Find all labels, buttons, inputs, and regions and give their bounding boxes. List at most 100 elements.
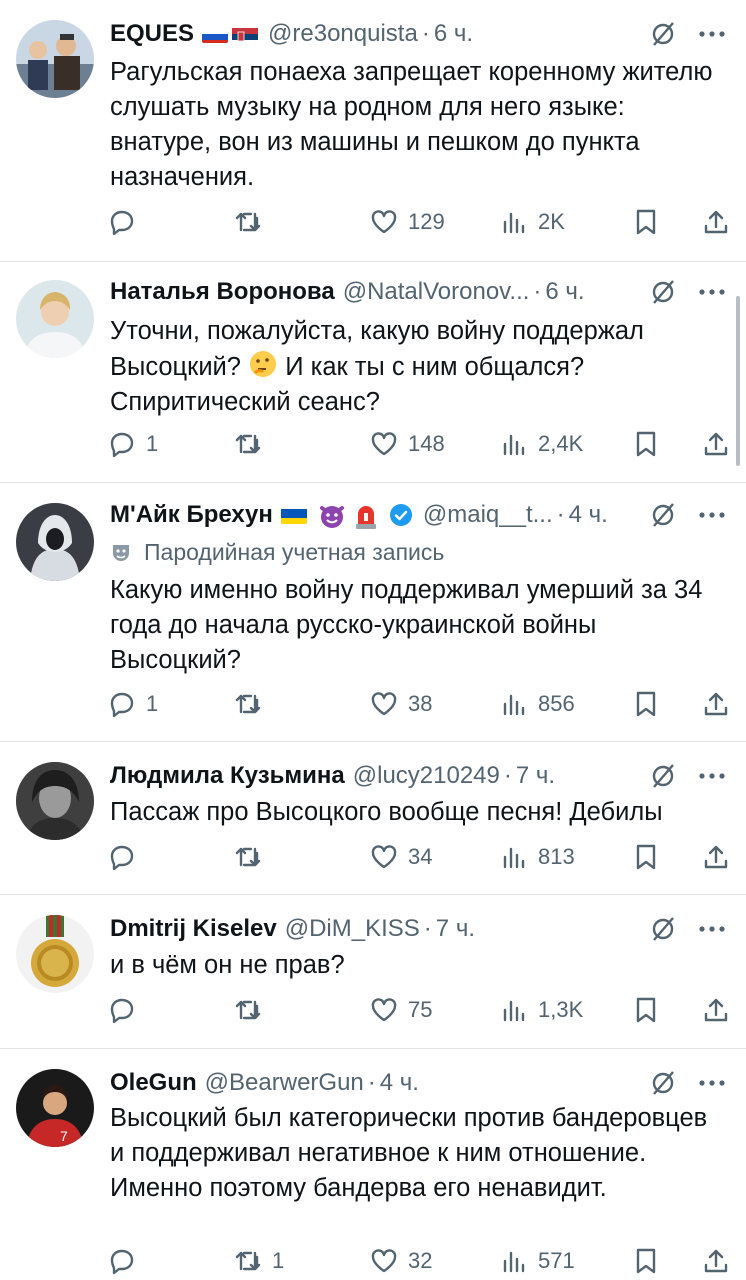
more-options-icon[interactable]: [698, 30, 726, 38]
verified-badge-icon: [389, 504, 412, 526]
repost-button[interactable]: [234, 426, 272, 462]
timestamp[interactable]: 7 ч.: [516, 762, 555, 790]
user-handle[interactable]: @re3onquista: [268, 20, 418, 48]
like-button[interactable]: 34: [370, 839, 432, 875]
timestamp[interactable]: 6 ч.: [545, 278, 584, 306]
reply-button[interactable]: [108, 204, 146, 240]
repost-button[interactable]: [234, 992, 272, 1028]
more-options-icon[interactable]: [698, 288, 726, 296]
grok-icon[interactable]: [650, 916, 676, 942]
tweet[interactable]: Наталья Воронова @NatalVoronov... · 6 ч.…: [0, 262, 746, 482]
bookmark-icon: [636, 997, 656, 1023]
user-handle[interactable]: @maiq__t...: [423, 501, 553, 529]
avatar[interactable]: [16, 20, 94, 98]
like-button[interactable]: 75: [370, 992, 432, 1028]
avatar[interactable]: 7: [16, 1069, 94, 1147]
bookmark-button[interactable]: [632, 426, 660, 462]
reply-icon: [110, 998, 134, 1024]
views-icon: [503, 847, 525, 869]
display-name[interactable]: М'Айк Брехун: [110, 501, 273, 529]
share-button[interactable]: [702, 426, 730, 462]
police-light-icon: [355, 506, 376, 529]
views-button[interactable]: 813: [500, 839, 575, 875]
display-name[interactable]: Наталья Воронова: [110, 278, 335, 306]
display-name[interactable]: Людмила Кузьмина: [110, 762, 345, 790]
like-button[interactable]: 129: [370, 204, 445, 240]
reply-button[interactable]: [108, 992, 146, 1028]
heart-icon: [371, 692, 397, 716]
grok-icon[interactable]: [650, 21, 676, 47]
reply-icon: [110, 692, 134, 718]
views-icon: [503, 1251, 525, 1273]
reply-button[interactable]: 1: [108, 426, 158, 462]
bookmark-button[interactable]: [632, 686, 660, 722]
tweet[interactable]: 7 OleGun @BearwerGun · 4 ч. Высоцкий был…: [0, 1049, 746, 1280]
tweet[interactable]: Людмила Кузьмина @lucy210249 · 7 ч. Пасс…: [0, 742, 746, 894]
like-button[interactable]: 148: [370, 426, 445, 462]
timestamp[interactable]: 6 ч.: [434, 20, 473, 48]
reply-button[interactable]: 1: [108, 686, 158, 722]
share-button[interactable]: [702, 1243, 730, 1279]
user-handle[interactable]: @DiM_KISS: [285, 915, 420, 943]
share-icon: [704, 692, 728, 716]
share-icon: [704, 210, 728, 234]
display-name[interactable]: EQUES: [110, 20, 194, 48]
user-handle[interactable]: @NatalVoronov...: [343, 278, 530, 306]
share-button[interactable]: [702, 839, 730, 875]
bookmark-button[interactable]: [632, 1243, 660, 1279]
repost-icon: [235, 847, 261, 867]
action-bar: 129 2K: [108, 204, 728, 240]
like-button[interactable]: 38: [370, 686, 432, 722]
bookmark-button[interactable]: [632, 839, 660, 875]
bookmark-button[interactable]: [632, 992, 660, 1028]
display-name[interactable]: OleGun: [110, 1069, 197, 1097]
share-button[interactable]: [702, 204, 730, 240]
views-button[interactable]: 571: [500, 1243, 575, 1279]
views-button[interactable]: 2K: [500, 204, 565, 240]
heart-icon: [371, 998, 397, 1022]
repost-button[interactable]: [234, 204, 272, 240]
more-options-icon[interactable]: [698, 772, 726, 780]
scrollbar[interactable]: [736, 296, 740, 466]
views-count: 571: [538, 1248, 575, 1273]
avatar[interactable]: [16, 762, 94, 840]
share-button[interactable]: [702, 992, 730, 1028]
timestamp[interactable]: 4 ч.: [380, 1069, 419, 1097]
reply-button[interactable]: [108, 1243, 146, 1279]
user-handle[interactable]: @lucy210249: [353, 762, 500, 790]
repost-button[interactable]: [234, 686, 272, 722]
avatar[interactable]: [16, 503, 94, 581]
grok-icon[interactable]: [650, 279, 676, 305]
tweet[interactable]: М'Айк Брехун @maiq__t... · 4 ч. Пародийн…: [0, 483, 746, 741]
repost-button[interactable]: 1: [234, 1243, 284, 1279]
tweet[interactable]: Dmitrij Kiselev @DiM_KISS · 7 ч. и в чём…: [0, 895, 746, 1048]
views-button[interactable]: 1,3K: [500, 992, 583, 1028]
reply-icon: [110, 1249, 134, 1275]
repost-icon: [235, 212, 261, 232]
bookmark-icon: [636, 209, 656, 235]
repost-icon: [235, 1000, 261, 1020]
reply-button[interactable]: [108, 839, 146, 875]
grok-icon[interactable]: [650, 502, 676, 528]
views-button[interactable]: 856: [500, 686, 575, 722]
views-button[interactable]: 2,4K: [500, 426, 583, 462]
avatar[interactable]: [16, 280, 94, 358]
grok-icon[interactable]: [650, 763, 676, 789]
timestamp[interactable]: 4 ч.: [569, 501, 608, 529]
tweet[interactable]: EQUES @re3onquista · 6 ч. Рагульская пон…: [0, 0, 746, 260]
svg-text:7: 7: [60, 1128, 68, 1144]
user-handle[interactable]: @BearwerGun: [205, 1069, 364, 1097]
repost-button[interactable]: [234, 839, 272, 875]
avatar[interactable]: [16, 915, 94, 993]
thinking-face-icon: [250, 351, 277, 377]
more-options-icon[interactable]: [698, 511, 726, 519]
grok-icon[interactable]: [650, 1070, 676, 1096]
share-button[interactable]: [702, 686, 730, 722]
more-options-icon[interactable]: [698, 925, 726, 933]
bookmark-button[interactable]: [632, 204, 660, 240]
timestamp[interactable]: 7 ч.: [436, 915, 475, 943]
more-options-icon[interactable]: [698, 1079, 726, 1087]
like-button[interactable]: 32: [370, 1243, 432, 1279]
display-name[interactable]: Dmitrij Kiselev: [110, 915, 277, 943]
parody-account-label: Пародийная учетная запись: [110, 536, 444, 568]
